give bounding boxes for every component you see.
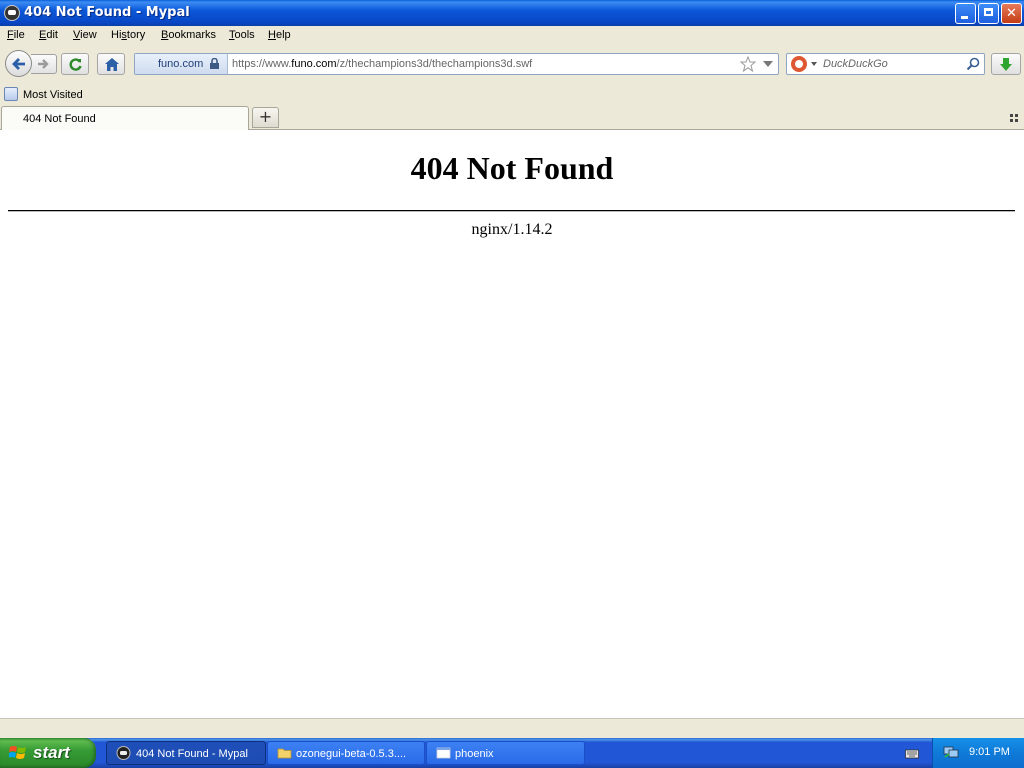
menu-history[interactable]: History — [111, 29, 145, 41]
system-tray: 9:01 PM — [932, 738, 1024, 768]
home-icon — [105, 58, 119, 71]
close-button[interactable]: ✕ — [1001, 3, 1022, 24]
page-content: 404 Not Found nginx/1.14.2 — [0, 130, 1024, 718]
tab-label: 404 Not Found — [23, 113, 96, 125]
url-text[interactable]: https://www.funo.com/z/thechampions3d/th… — [232, 58, 532, 70]
status-bar — [0, 718, 1024, 738]
taskbar-item-label: phoenix — [455, 748, 494, 760]
reload-icon — [69, 58, 82, 71]
menu-file[interactable]: File — [7, 29, 25, 41]
menu-bar: File Edit View History Bookmarks Tools H… — [0, 26, 1024, 46]
mypal-app-icon — [4, 5, 20, 21]
network-icon[interactable] — [943, 745, 959, 759]
taskbar-item-label: ozonegui-beta-0.5.3.... — [296, 748, 407, 760]
search-bar[interactable]: DuckDuckGo — [786, 53, 985, 75]
window-titlebar[interactable]: 404 Not Found - Mypal ✕ — [0, 0, 1024, 26]
restore-icon — [984, 8, 993, 16]
new-tab-button[interactable]: + — [252, 107, 279, 128]
mypal-icon — [116, 746, 131, 760]
menu-edit[interactable]: Edit — [39, 29, 58, 41]
site-identity-label: funo.com — [158, 58, 204, 70]
search-engine-dropdown-icon[interactable] — [811, 62, 817, 66]
windows-flag-icon — [9, 746, 26, 759]
minimize-button[interactable] — [955, 3, 976, 24]
address-bar[interactable]: funo.com https://www.funo.com/z/thechamp… — [134, 53, 779, 75]
duckduckgo-icon[interactable] — [791, 56, 807, 72]
minimize-icon — [961, 16, 968, 19]
navigation-toolbar: funo.com https://www.funo.com/z/thechamp… — [0, 46, 1024, 84]
menu-help[interactable]: Help — [268, 29, 291, 41]
lock-icon — [210, 58, 219, 69]
site-identity-button[interactable]: funo.com — [135, 54, 228, 74]
taskbar: start 404 Not Found - Mypal ozonegui-bet… — [0, 738, 1024, 768]
server-signature: nginx/1.14.2 — [471, 221, 553, 238]
list-all-tabs-icon[interactable] — [1010, 114, 1018, 122]
menu-bookmarks[interactable]: Bookmarks — [161, 29, 216, 41]
clock[interactable]: 9:01 PM — [969, 746, 1010, 758]
taskbar-item-phoenix[interactable]: phoenix — [426, 741, 585, 765]
maximize-button[interactable] — [978, 3, 999, 24]
menu-tools[interactable]: Tools — [229, 29, 255, 41]
home-button[interactable] — [97, 53, 125, 75]
folder-icon — [277, 748, 292, 759]
horizontal-rule — [8, 210, 1015, 212]
page-title: 404 Not Found — [410, 150, 614, 186]
search-icon[interactable] — [966, 57, 980, 71]
menu-view[interactable]: View — [73, 29, 97, 41]
start-button[interactable]: start — [0, 738, 96, 768]
keyboard-icon[interactable] — [905, 747, 919, 759]
reload-button[interactable] — [61, 53, 89, 75]
tab-404-not-found[interactable]: 404 Not Found — [1, 106, 249, 130]
close-icon: ✕ — [1006, 6, 1017, 21]
download-arrow-icon — [1000, 58, 1012, 71]
arrow-right-icon — [38, 59, 49, 69]
bookmark-star-icon[interactable] — [740, 56, 756, 72]
url-history-dropdown-icon[interactable] — [763, 61, 773, 67]
bookmarks-toolbar: Most Visited — [0, 84, 1024, 106]
window-title: 404 Not Found - Mypal — [24, 5, 190, 20]
most-visited-icon — [4, 87, 18, 101]
tab-strip: 404 Not Found + — [0, 106, 1024, 130]
taskbar-item-mypal[interactable]: 404 Not Found - Mypal — [106, 741, 266, 765]
arrow-left-icon — [12, 58, 25, 70]
window-icon — [436, 747, 451, 759]
start-label: start — [33, 743, 70, 762]
search-placeholder: DuckDuckGo — [823, 58, 888, 70]
downloads-button[interactable] — [991, 53, 1021, 75]
bookmark-most-visited[interactable]: Most Visited — [23, 89, 83, 101]
forward-button[interactable] — [31, 54, 57, 74]
taskbar-item-ozonegui[interactable]: ozonegui-beta-0.5.3.... — [267, 741, 425, 765]
back-button[interactable] — [5, 50, 32, 77]
taskbar-item-label: 404 Not Found - Mypal — [136, 748, 248, 760]
